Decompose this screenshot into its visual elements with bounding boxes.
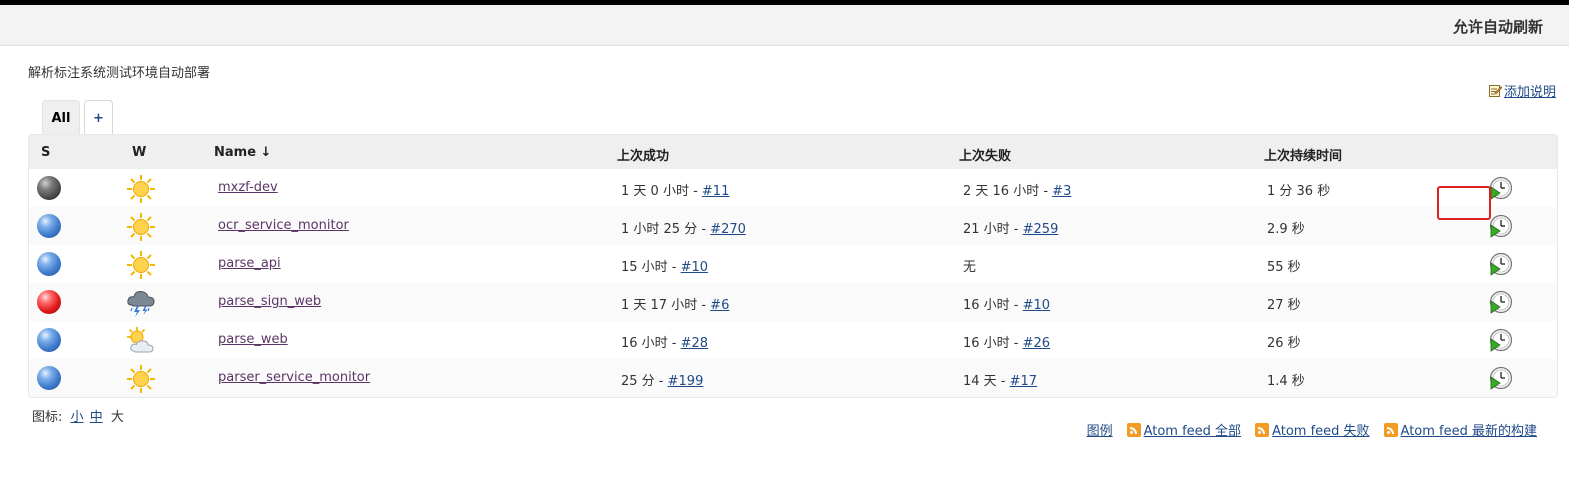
highlighted-build-button-frame xyxy=(1437,186,1491,220)
job-name-link[interactable]: parser_service_monitor xyxy=(218,370,370,385)
job-name-link[interactable]: ocr_service_monitor xyxy=(218,218,349,233)
icon-size-selector: 图标: 小 中 大 xyxy=(32,406,124,425)
last-duration: 27 秒 xyxy=(1267,298,1301,313)
schedule-build-icon[interactable] xyxy=(1489,290,1513,314)
icon-size-large: 大 xyxy=(110,410,124,425)
table-header: S W Name ↓ 上次成功 上次失败 上次持续时间 xyxy=(29,135,1557,169)
build-status-red-icon xyxy=(37,290,61,314)
table-row: parse_web 16 小时 - #28 16 小时 - #26 26 秒 xyxy=(29,321,1557,359)
jobs-table: S W Name ↓ 上次成功 上次失败 上次持续时间 mxzf-dev 1 天 … xyxy=(28,134,1558,398)
build-status-grey-icon xyxy=(37,176,61,200)
last-failure-build-link[interactable]: #17 xyxy=(1010,374,1037,389)
header-status[interactable]: S xyxy=(41,145,50,160)
icon-size-small[interactable]: 小 xyxy=(71,410,84,425)
build-status-blue-icon xyxy=(37,252,61,276)
last-failure-build-link[interactable]: #26 xyxy=(1023,336,1050,351)
job-name-link[interactable]: mxzf-dev xyxy=(218,180,278,195)
table-row: ocr_service_monitor 1 小时 25 分 - #270 21 小时… xyxy=(29,207,1557,245)
last-success-time: 1 小时 25 分 - xyxy=(621,222,711,237)
last-success-build-link[interactable]: #270 xyxy=(710,222,746,237)
last-duration: 1.4 秒 xyxy=(1267,374,1305,389)
last-failure-time: 16 小时 - xyxy=(963,298,1023,313)
feed-latest[interactable]: Atom feed 最新的构建 xyxy=(1383,420,1537,439)
table-row: mxzf-dev 1 天 0 小时 - #11 2 天 16 小时 - #3 1 分 … xyxy=(29,169,1557,207)
job-name-link[interactable]: parse_api xyxy=(218,256,281,271)
last-duration: 2.9 秒 xyxy=(1267,222,1305,237)
last-failure-time: 21 小时 - xyxy=(963,222,1023,237)
view-tabs: All + xyxy=(42,100,113,135)
last-duration: 55 秒 xyxy=(1267,260,1301,275)
last-failure-time: 2 天 16 小时 - xyxy=(963,184,1053,199)
feed-failed-link[interactable]: Atom feed 失败 xyxy=(1272,420,1369,439)
feed-failed[interactable]: Atom feed 失败 xyxy=(1255,420,1370,439)
header-last-failure[interactable]: 上次失败 xyxy=(959,145,1011,164)
weather-sunny-icon xyxy=(126,364,156,394)
weather-stormy-icon xyxy=(126,288,156,318)
schedule-build-icon[interactable] xyxy=(1489,252,1513,276)
last-failure-build-link[interactable]: #3 xyxy=(1052,184,1071,199)
header-name[interactable]: Name ↓ xyxy=(214,145,271,160)
feed-latest-link[interactable]: Atom feed 最新的构建 xyxy=(1401,420,1537,439)
last-success-time: 15 小时 - xyxy=(621,260,681,275)
build-status-blue-icon xyxy=(37,328,61,352)
header-last-duration[interactable]: 上次持续时间 xyxy=(1264,145,1342,164)
table-row: parse_api 15 小时 - #10 无 55 秒 xyxy=(29,245,1557,283)
icon-size-label: 图标: xyxy=(32,410,63,425)
last-success-build-link[interactable]: #11 xyxy=(702,184,729,199)
header-last-success[interactable]: 上次成功 xyxy=(617,145,669,164)
build-status-blue-icon xyxy=(37,214,61,238)
schedule-build-icon[interactable] xyxy=(1489,366,1513,390)
weather-partly-cloudy-icon xyxy=(126,326,156,356)
rss-icon xyxy=(1255,422,1270,437)
job-name-link[interactable]: parse_web xyxy=(218,332,288,347)
last-success-build-link[interactable]: #6 xyxy=(710,298,729,313)
last-success-build-link[interactable]: #28 xyxy=(681,336,708,351)
tab-new-view[interactable]: + xyxy=(84,100,113,135)
last-failure-time: 14 天 - xyxy=(963,374,1010,389)
schedule-build-icon[interactable] xyxy=(1489,214,1513,238)
weather-sunny-icon xyxy=(126,250,156,280)
feed-all[interactable]: Atom feed 全部 xyxy=(1126,420,1241,439)
last-success-time: 16 小时 - xyxy=(621,336,681,351)
view-description: 解析标注系统测试环境自动部署 xyxy=(28,66,211,81)
table-row: parse_sign_web 1 天 17 小时 - #6 16 小时 - #10 2… xyxy=(29,283,1557,321)
last-duration: 1 分 36 秒 xyxy=(1267,184,1331,199)
header-weather[interactable]: W xyxy=(132,145,146,160)
icon-size-medium[interactable]: 中 xyxy=(90,410,103,425)
build-status-blue-icon xyxy=(37,366,61,390)
last-success-time: 1 天 0 小时 - xyxy=(621,184,702,199)
legend-link[interactable]: 图例 xyxy=(1087,420,1113,439)
schedule-build-icon[interactable] xyxy=(1489,176,1513,200)
rss-icon xyxy=(1126,422,1141,437)
add-description[interactable]: 添加说明 xyxy=(1488,81,1556,100)
tab-all[interactable]: All xyxy=(42,100,80,135)
table-row: parser_service_monitor 25 分 - #199 14 天 - … xyxy=(29,359,1557,397)
last-failure-build-link[interactable]: #259 xyxy=(1023,222,1059,237)
last-success-time: 1 天 17 小时 - xyxy=(621,298,711,313)
schedule-build-icon[interactable] xyxy=(1489,328,1513,352)
job-name-link[interactable]: parse_sign_web xyxy=(218,294,321,309)
last-success-build-link[interactable]: #10 xyxy=(681,260,708,275)
last-failure-time: 无 xyxy=(963,260,977,275)
footer-links: 图例 Atom feed 全部 Atom feed 失败 Atom feed 最… xyxy=(1087,420,1537,439)
last-success-time: 25 分 - xyxy=(621,374,668,389)
rss-icon xyxy=(1383,422,1398,437)
add-description-link[interactable]: 添加说明 xyxy=(1504,81,1556,100)
weather-sunny-icon xyxy=(126,174,156,204)
feed-all-link[interactable]: Atom feed 全部 xyxy=(1144,420,1241,439)
last-failure-build-link[interactable]: #10 xyxy=(1023,298,1050,313)
last-success-build-link[interactable]: #199 xyxy=(668,374,704,389)
enable-auto-refresh-link[interactable]: 允许自动刷新 xyxy=(1453,16,1543,37)
edit-icon xyxy=(1488,85,1502,97)
page-header: 允许自动刷新 xyxy=(0,5,1569,46)
last-failure-time: 16 小时 - xyxy=(963,336,1023,351)
weather-sunny-icon xyxy=(126,212,156,242)
last-duration: 26 秒 xyxy=(1267,336,1301,351)
